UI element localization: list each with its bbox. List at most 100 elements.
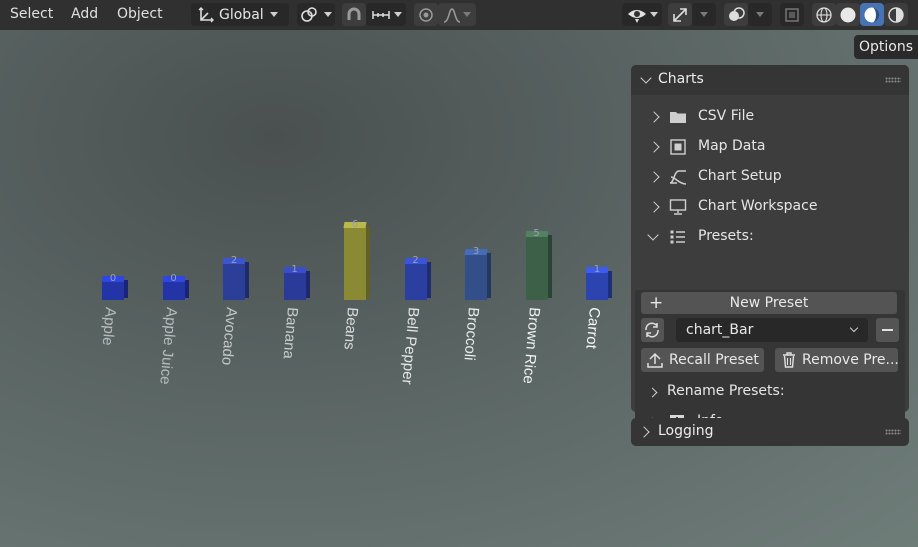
bar-side-face <box>426 262 431 298</box>
chevron-down-icon <box>700 12 708 17</box>
charts-panel-title: Charts <box>658 71 704 87</box>
proportional-falloff-dropdown[interactable] <box>438 3 476 26</box>
bar-carrot[interactable]: 1 <box>585 264 612 300</box>
bar-front-face <box>283 272 306 300</box>
list-icon <box>669 228 687 246</box>
rendered-shading-button[interactable] <box>884 3 908 26</box>
remove-preset-label: Remove Pre... <box>802 352 898 368</box>
options-button[interactable]: Options <box>854 35 918 59</box>
refresh-presets-button[interactable] <box>641 318 664 342</box>
category-label: Beans <box>340 306 361 351</box>
section-label: Chart Workspace <box>698 198 818 214</box>
snap-increment-icon <box>371 6 391 24</box>
chevron-down-icon <box>269 12 278 17</box>
section-chart-setup[interactable]: Chart Setup <box>631 162 909 192</box>
chevron-down-icon <box>393 12 402 17</box>
bar-avocado[interactable]: 2 <box>222 255 249 300</box>
bar-side-face <box>366 226 370 298</box>
recall-preset-button[interactable]: Recall Preset <box>641 348 764 372</box>
section-label: CSV File <box>698 108 755 124</box>
category-label: Brown Rice <box>518 306 543 385</box>
bar-banana[interactable]: 1 <box>282 264 310 300</box>
drag-handle-icon[interactable] <box>885 77 901 83</box>
add-menu[interactable]: Add <box>69 0 100 28</box>
chevron-down-icon <box>849 323 859 333</box>
bar-value-label: 1 <box>593 264 601 275</box>
bar-broccoli[interactable]: 3 <box>464 246 491 300</box>
transform-orientation-dropdown[interactable]: Global <box>191 3 289 26</box>
rename-presets-label: Rename Presets: <box>667 383 785 399</box>
category-label: Apple Juice <box>155 306 180 386</box>
section-label: Presets: <box>698 228 754 244</box>
xray-icon <box>783 6 801 24</box>
section-csv-file[interactable]: CSV File <box>631 102 909 132</box>
drag-handle-icon[interactable] <box>885 429 901 435</box>
charts-panel-header[interactable]: Charts <box>631 65 909 95</box>
rename-presets-row[interactable]: Rename Presets: <box>635 379 905 407</box>
material-sphere-icon <box>863 6 881 24</box>
falloff-curve-icon <box>443 6 461 24</box>
bar-apple[interactable]: 0 <box>101 273 128 300</box>
bar-bell-pepper[interactable]: 2 <box>403 255 431 300</box>
category-label: Avocado <box>218 306 240 366</box>
preset-select[interactable]: chart_Bar <box>676 318 868 342</box>
bar-value-label: 5 <box>533 228 540 239</box>
overlays-toggle[interactable] <box>724 3 748 26</box>
bar-value-label: 2 <box>412 255 419 266</box>
object-menu[interactable]: Object <box>115 0 165 28</box>
category-label: Carrot <box>582 306 603 350</box>
section-map-data[interactable]: Map Data <box>631 132 909 162</box>
eye-icon <box>627 6 647 24</box>
plus-icon: + <box>649 293 664 313</box>
chevron-right-icon <box>648 111 660 123</box>
gizmo-dropdown[interactable] <box>692 3 716 26</box>
wireframe-shading-button[interactable] <box>812 3 836 26</box>
proportional-editing-toggle[interactable] <box>414 3 438 26</box>
bar-side-face <box>487 253 491 298</box>
bar-apple-juice[interactable]: 0 <box>161 273 189 300</box>
minus-icon <box>882 329 893 331</box>
material-preview-shading-button[interactable] <box>860 3 884 26</box>
pivot-point-dropdown[interactable] <box>297 3 335 26</box>
section-label: Map Data <box>698 138 766 154</box>
visibility-dropdown[interactable] <box>622 3 662 26</box>
bar-value-label: 0 <box>170 273 177 284</box>
chart-curve-icon <box>669 168 687 186</box>
upload-icon <box>647 351 663 369</box>
section-presets[interactable]: Presets: <box>631 222 909 252</box>
chevron-down-icon <box>647 229 659 241</box>
gizmo-toggle[interactable] <box>668 3 692 26</box>
bar-brown-rice[interactable]: 5 <box>524 228 552 300</box>
bar-front-face <box>465 254 487 300</box>
bar-value-label: 6 <box>351 219 359 230</box>
section-label: Chart Setup <box>698 168 782 184</box>
bar-value-label: 3 <box>472 246 480 257</box>
map-data-icon <box>669 138 687 156</box>
chevron-right-icon <box>647 387 658 398</box>
orientation-axes-icon <box>197 6 215 24</box>
chevron-right-icon <box>648 171 660 183</box>
logging-panel[interactable]: Logging <box>631 418 909 446</box>
snap-toggle[interactable] <box>342 3 366 26</box>
bar-side-face <box>547 235 552 298</box>
bar-beans[interactable]: 6 <box>343 219 370 300</box>
xray-toggle[interactable] <box>780 3 804 26</box>
overlays-icon <box>727 6 745 24</box>
chevron-down-icon <box>756 12 764 17</box>
solid-sphere-icon <box>839 6 857 24</box>
preset-select-value: chart_Bar <box>686 322 754 338</box>
monitor-icon <box>669 198 687 216</box>
snap-target-dropdown[interactable] <box>366 3 406 26</box>
category-label: Banana <box>279 306 301 360</box>
chevron-down-icon <box>649 12 658 17</box>
category-label: Bell Pepper <box>397 306 422 386</box>
chevron-down-icon <box>463 12 471 17</box>
remove-preset-button[interactable]: Remove Pre... <box>775 348 898 372</box>
overlays-dropdown[interactable] <box>748 3 772 26</box>
solid-shading-button[interactable] <box>836 3 860 26</box>
delete-preset-button[interactable] <box>876 318 899 342</box>
chevron-right-icon <box>648 201 660 213</box>
new-preset-button[interactable]: + New Preset <box>641 292 897 314</box>
select-menu[interactable]: Select <box>8 0 55 28</box>
section-chart-workspace[interactable]: Chart Workspace <box>631 192 909 222</box>
